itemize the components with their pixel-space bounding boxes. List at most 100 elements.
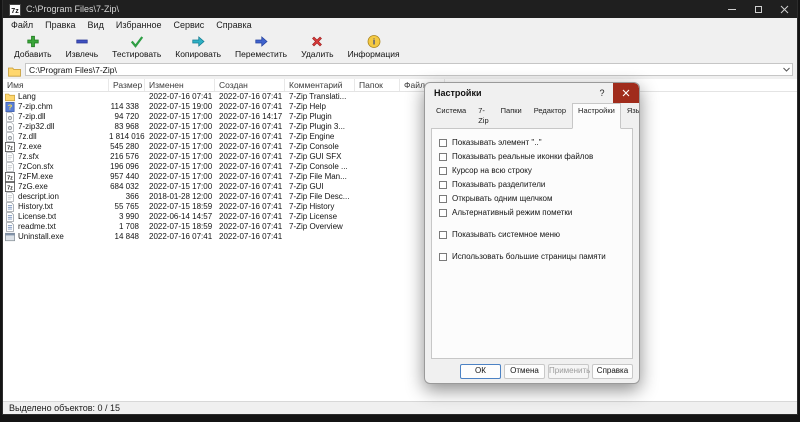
file-row[interactable]: 7z 7zFM.exe 957 440 2022-07-15 17:00 2022-07…: [3, 172, 797, 182]
file-row[interactable]: 7z.dll 1 814 016 2022-07-15 17:00 2022-07-1…: [3, 132, 797, 142]
help-button[interactable]: Справка: [592, 363, 633, 379]
option-full-row-select-label: Курсор на всю строку: [452, 166, 532, 175]
checkbox-icon: [439, 153, 447, 161]
file-row[interactable]: 7zCon.sfx 196 096 2022-07-15 17:00 2022-07-…: [3, 162, 797, 172]
file-size-cell: 1 708: [118, 222, 139, 231]
file-created-cell: 2022-07-16 07:41: [219, 142, 283, 151]
move-icon: [253, 34, 269, 49]
file-row[interactable]: ? 7-zip.chm 114 338 2022-07-15 19:00 2022-07…: [3, 102, 797, 112]
file-name-cell: License.txt: [3, 212, 109, 222]
menu-item-file[interactable]: Файл: [5, 18, 39, 32]
file-name-cell: descript.ion: [3, 192, 109, 202]
file-row[interactable]: Lang 2022-07-16 07:41 2022-07-16 07:41 7-Zi…: [3, 92, 797, 102]
cancel-button[interactable]: Отмена: [504, 363, 545, 379]
file-row[interactable]: 7-zip32.dll 83 968 2022-07-15 17:00 2022-07…: [3, 122, 797, 132]
file-modified-cell: 2022-07-15 17:00: [149, 142, 213, 151]
file-modified-cell: 2022-07-15 18:59: [149, 202, 213, 211]
checkbox-icon: [439, 167, 447, 175]
column-header-name[interactable]: Имя: [3, 79, 109, 91]
file-row[interactable]: 7-zip.dll 94 720 2022-07-15 17:00 2022-07-1…: [3, 112, 797, 122]
page-icon: [5, 192, 15, 202]
tab-settings[interactable]: Настройки: [572, 103, 621, 129]
menu-item-tools[interactable]: Сервис: [167, 18, 210, 32]
file-name-cell: 7z 7z.exe: [3, 142, 109, 152]
column-header-modified[interactable]: Изменен: [145, 79, 215, 91]
7zip-logo-icon: 7z: [9, 3, 21, 16]
file-row[interactable]: 7z 7zG.exe 684 032 2022-07-15 17:00 2022-07-…: [3, 182, 797, 192]
txt-icon: [5, 222, 15, 232]
option-show-system-menu[interactable]: Показывать системное меню: [439, 229, 625, 241]
option-show-dotdot-item[interactable]: Показывать элемент "..": [439, 137, 625, 149]
copy-button-label: Копировать: [175, 49, 222, 59]
column-header-comment[interactable]: Комментарий: [285, 79, 355, 91]
checkbox-icon: [439, 209, 447, 217]
test-button[interactable]: Тестировать: [105, 34, 168, 59]
menu-item-edit[interactable]: Правка: [39, 18, 81, 32]
file-name-label: 7zFM.exe: [18, 172, 54, 181]
file-row[interactable]: descript.ion 366 2018-01-28 12:00 2022-07-1…: [3, 192, 797, 202]
file-size-cell: 545 280: [110, 142, 139, 151]
file-size-cell: [109, 92, 145, 102]
file-name-label: 7zCon.sfx: [18, 162, 54, 171]
column-header-size[interactable]: Размер: [109, 79, 145, 91]
column-header-created[interactable]: Создан: [215, 79, 285, 91]
close-icon: [622, 89, 630, 97]
option-alternative-selection-label: Альтернативный режим пометки: [452, 208, 573, 217]
file-size-cell: 366: [125, 192, 139, 201]
file-row[interactable]: 7z 7z.exe 545 280 2022-07-15 17:00 2022-07-1…: [3, 142, 797, 152]
extract-button[interactable]: Извлечь: [59, 34, 106, 59]
svg-text:7z: 7z: [7, 175, 13, 181]
delete-button[interactable]: Удалить: [294, 34, 340, 59]
move-button[interactable]: Переместить: [228, 34, 294, 59]
file-row[interactable]: License.txt 3 990 2022-06-14 14:57 2022-07-…: [3, 212, 797, 222]
add-button[interactable]: Добавить: [7, 34, 59, 59]
minimize-button[interactable]: [719, 0, 745, 18]
option-use-large-memory-pages[interactable]: Использовать большие страницы памяти: [439, 251, 625, 263]
close-button[interactable]: [771, 0, 797, 18]
dialog-close-button[interactable]: [613, 83, 639, 103]
settings-tab-strip: Система7-ZipПапкиРедакторНастройкиЯзык: [425, 103, 639, 129]
info-button[interactable]: i Информация: [341, 34, 407, 59]
option-show-real-file-icons[interactable]: Показывать реальные иконки файлов: [439, 151, 625, 163]
copy-button[interactable]: Копировать: [168, 34, 228, 59]
file-row[interactable]: 7z.sfx 216 576 2022-07-15 17:00 2022-07-16 …: [3, 152, 797, 162]
dialog-help-button[interactable]: ?: [591, 83, 613, 103]
file-size-cell: 196 096: [110, 162, 139, 171]
file-name-cell: Lang: [3, 92, 109, 102]
svg-text:7z: 7z: [11, 8, 19, 15]
file-modified-cell: 2022-07-15 17:00: [149, 132, 213, 141]
file-modified-cell: 2022-07-16 07:41: [149, 232, 213, 241]
tab-7zip[interactable]: 7-Zip: [472, 103, 494, 129]
tab-system[interactable]: Система: [430, 103, 472, 129]
file-row[interactable]: History.txt 55 765 2022-07-15 18:59 2022-07…: [3, 202, 797, 212]
option-full-row-select[interactable]: Курсор на всю строку: [439, 165, 625, 177]
txt-icon: [5, 202, 15, 212]
file-folders-cell: [355, 162, 400, 172]
file-modified-cell: 2022-07-15 17:00: [149, 152, 213, 161]
file-name-label: 7z.dll: [18, 132, 37, 141]
dll-icon: [5, 122, 15, 132]
exe7z-icon: 7z: [5, 172, 15, 182]
address-input[interactable]: [26, 64, 780, 75]
option-show-grid-lines[interactable]: Показывать разделители: [439, 179, 625, 191]
menu-item-favorites[interactable]: Избранное: [110, 18, 168, 32]
menu-item-help[interactable]: Справка: [210, 18, 257, 32]
file-size-cell: 55 765: [114, 202, 139, 211]
settings-dialog-controls: ?: [591, 83, 639, 103]
file-row[interactable]: readme.txt 1 708 2022-07-15 18:59 2022-07-1…: [3, 222, 797, 232]
apply-button: Применить: [548, 363, 590, 379]
ok-button[interactable]: ОК: [460, 363, 501, 379]
file-folders-cell: [355, 122, 400, 132]
option-alternative-selection[interactable]: Альтернативный режим пометки: [439, 207, 625, 219]
address-dropdown-button[interactable]: [780, 64, 792, 75]
folder-icon: [5, 92, 15, 102]
maximize-button[interactable]: [745, 0, 771, 18]
menu-item-view[interactable]: Вид: [82, 18, 110, 32]
file-row[interactable]: Uninstall.exe 14 848 2022-07-16 07:41 2022-…: [3, 232, 797, 242]
tab-editor[interactable]: Редактор: [528, 103, 572, 129]
column-header-folders[interactable]: Папок: [355, 79, 400, 91]
option-single-click-open[interactable]: Открывать одним щелчком: [439, 193, 625, 205]
tab-folders[interactable]: Папки: [495, 103, 528, 129]
settings-options: Показывать элемент ".." Показывать реальн…: [439, 137, 625, 263]
tab-language[interactable]: Язык: [621, 103, 639, 129]
